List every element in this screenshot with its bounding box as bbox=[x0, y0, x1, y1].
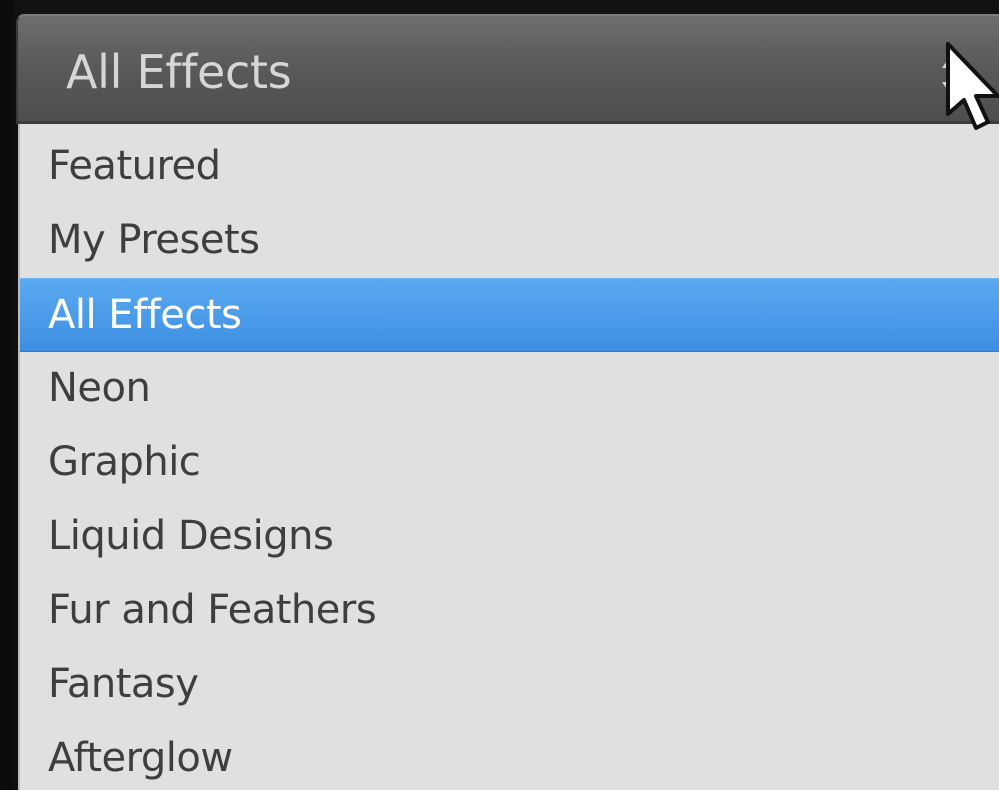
menu-item-fantasy[interactable]: Fantasy bbox=[20, 648, 999, 722]
menu-item-afterglow[interactable]: Afterglow bbox=[20, 722, 999, 790]
menu-item-featured[interactable]: Featured bbox=[20, 130, 999, 204]
effects-category-select[interactable]: All Effects bbox=[16, 14, 999, 124]
left-border bbox=[0, 0, 14, 790]
effects-category-menu: Featured My Presets All Effects Neon Gra… bbox=[18, 124, 999, 790]
menu-item-label: Featured bbox=[48, 143, 221, 189]
menu-item-label: Fantasy bbox=[48, 661, 199, 707]
menu-item-label: Liquid Designs bbox=[48, 513, 334, 559]
menu-item-label: Afterglow bbox=[48, 735, 233, 781]
menu-item-label: All Effects bbox=[48, 292, 242, 338]
menu-item-label: Fur and Feathers bbox=[48, 587, 377, 633]
menu-item-liquid-designs[interactable]: Liquid Designs bbox=[20, 500, 999, 574]
menu-item-all-effects[interactable]: All Effects bbox=[20, 278, 999, 352]
menu-item-my-presets[interactable]: My Presets bbox=[20, 204, 999, 278]
menu-item-label: My Presets bbox=[48, 217, 260, 263]
select-current-value: All Effects bbox=[66, 45, 292, 99]
menu-item-graphic[interactable]: Graphic bbox=[20, 426, 999, 500]
menu-item-label: Graphic bbox=[48, 439, 201, 485]
menu-item-fur-and-feathers[interactable]: Fur and Feathers bbox=[20, 574, 999, 648]
effects-dropdown-window: All Effects Featured My Presets All Effe… bbox=[0, 0, 999, 790]
top-border bbox=[0, 0, 999, 14]
mouse-pointer-icon bbox=[946, 42, 999, 130]
menu-item-neon[interactable]: Neon bbox=[20, 352, 999, 426]
menu-item-label: Neon bbox=[48, 365, 151, 411]
